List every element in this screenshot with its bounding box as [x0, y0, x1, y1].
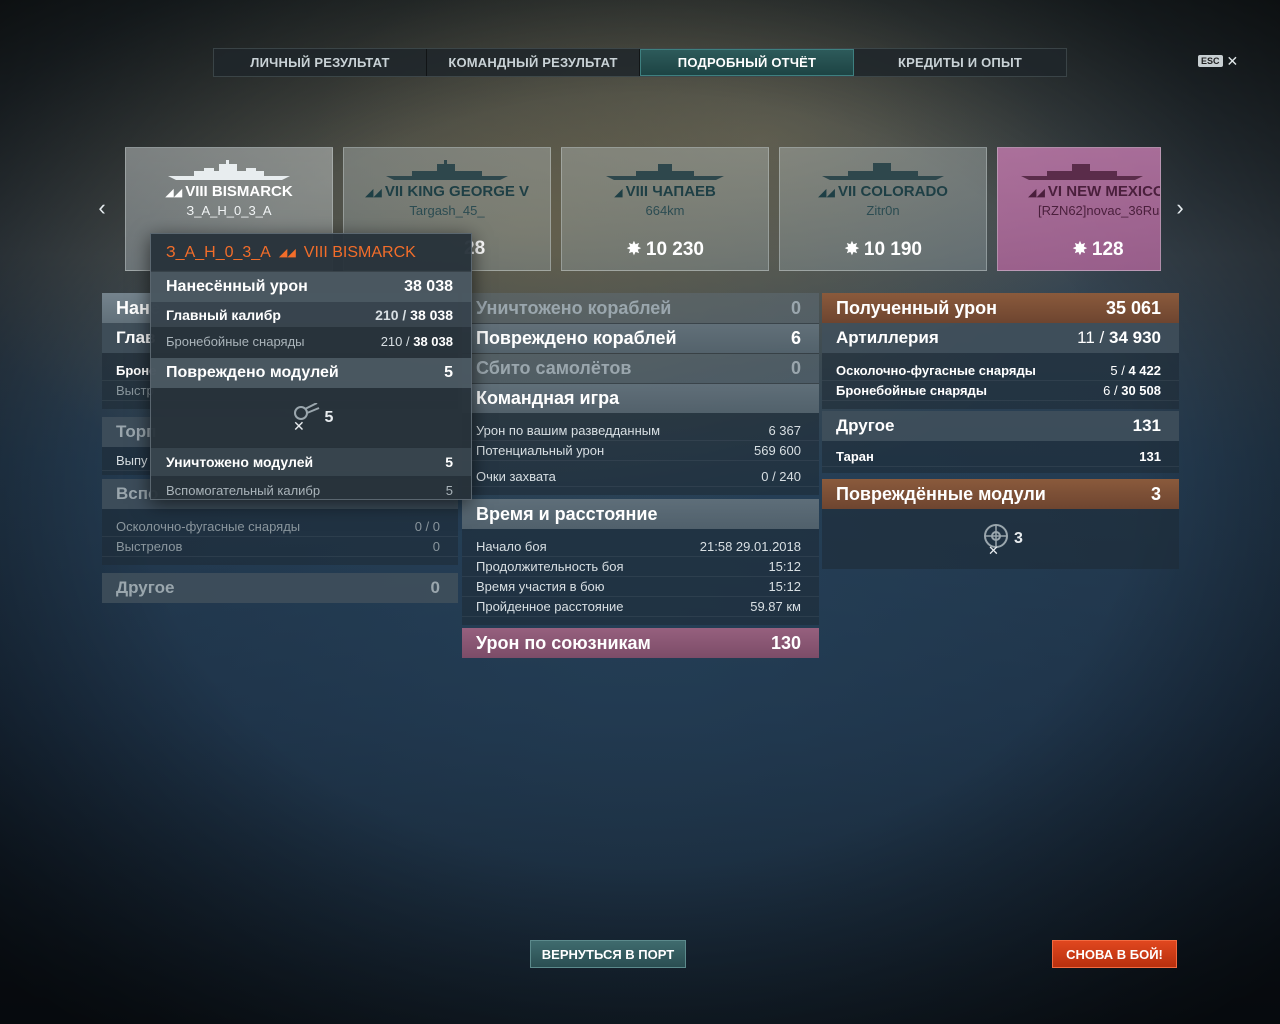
battle-again-button[interactable]: СНОВА В БОЙ!: [1052, 940, 1177, 968]
esc-key-label: ESC: [1198, 55, 1223, 67]
tooltip-modules-damaged-row: Повреждено модулей 5: [151, 358, 471, 388]
cruiser-class-icon: ◢: [614, 187, 623, 199]
steering-gear-module-icon: ✕: [984, 524, 1009, 556]
player-name: [RZN62]novac_36Rus: [1038, 203, 1161, 218]
time-distance-header: Время и расстояние: [462, 499, 819, 529]
he-row: Осколочно-фугасные снаряды 0 / 0: [102, 517, 458, 537]
battle-duration-row: Продолжительность боя 15:12: [462, 557, 819, 577]
received-damage-panel: Полученный урон 35 061 Артиллерия 11 / 34…: [822, 293, 1179, 569]
battleship-silhouette-icon: [822, 163, 944, 180]
close-button[interactable]: ESC ✕: [1198, 54, 1238, 68]
potential-damage-row: Потенциальный урон 569 600: [462, 441, 819, 461]
ship-name: ◢ VIII ЧАПАЕВ: [614, 183, 716, 200]
result-tabs: ЛИЧНЫЙ РЕЗУЛЬТАТ КОМАНДНЫЙ РЕЗУЛЬТАТ ПОД…: [213, 48, 1067, 77]
ship-name: ◢◢ VIII BISMARCK: [165, 183, 293, 200]
tab-team-result[interactable]: КОМАНДНЫЙ РЕЗУЛЬТАТ: [427, 49, 640, 76]
ally-damage-row: Урон по союзникам 130: [462, 628, 819, 658]
player-name: Zitr0n: [866, 203, 900, 218]
damaged-modules-icon-area: ✕ 3: [822, 509, 1179, 569]
player-name: 664km: [645, 203, 685, 218]
carousel-next-arrow-icon[interactable]: ›: [1170, 195, 1190, 220]
ship-card-colorado[interactable]: ◢◢ VII COLORADO Zitr0n ✸ 10 190: [779, 147, 987, 271]
ship-name: ◢◢ VII COLORADO: [818, 183, 948, 200]
team-play-header: Командная игра: [462, 383, 819, 413]
return-to-port-button[interactable]: ВЕРНУТЬСЯ В ПОРТ: [530, 940, 686, 968]
svg-text:✕: ✕: [988, 544, 999, 556]
player-name: З_А_Н_0_3_А: [186, 203, 272, 218]
damage-value: ✸ 128: [1072, 238, 1124, 261]
tooltip-ship-name: VIII BISMARCK: [303, 243, 416, 261]
secondary-shots-row: Выстрелов 0: [102, 537, 458, 557]
battle-start-row: Начало боя 21:58 29.01.2018: [462, 537, 819, 557]
capture-points-row: Очки захвата 0 / 240: [462, 467, 819, 487]
tooltip-modules-icon-area: ✕ 5: [151, 388, 471, 448]
time-distance-block: Начало боя 21:58 29.01.2018 Продолжительн…: [462, 529, 819, 625]
distance-row: Пройденное расстояние 59.87 км: [462, 597, 819, 617]
ram-row: Таран 131: [822, 447, 1179, 467]
explosion-icon: ✸: [1072, 239, 1088, 260]
battleship-class-icon: ◢◢: [364, 187, 382, 199]
cruiser-silhouette-icon: [606, 164, 724, 180]
ram-block: Таран 131: [822, 441, 1179, 473]
participation-time-row: Время участия в бою 15:12: [462, 577, 819, 597]
player-damage-tooltip: З_А_Н_0_3_А ◢◢ VIII BISMARCK Нанесённый …: [150, 233, 472, 500]
other-damage-header: Другое 0: [102, 573, 458, 603]
player-name: Targash_45_: [409, 203, 485, 218]
modules-count: 3: [1014, 530, 1023, 547]
ship-name: ◢◢ VII KING GEORGE V: [364, 183, 530, 200]
explosion-icon: ✸: [843, 239, 860, 260]
damage-value: 28: [464, 238, 486, 259]
tooltip-dealt-damage-row: Нанесённый урон 38 038: [151, 272, 471, 302]
ship-card-new-mexico[interactable]: ◢◢ VI NEW MEXICO [RZN62]novac_36Rus ✸ 128: [997, 147, 1161, 271]
tab-credits-xp[interactable]: КРЕДИТЫ И ОПЫТ: [854, 49, 1066, 76]
damage-value: ✸ 10 230: [625, 238, 705, 261]
battleship-class-icon: ◢◢: [278, 247, 296, 259]
battleship-silhouette-icon: [386, 160, 508, 180]
svg-text:✕: ✕: [293, 419, 305, 433]
modules-count: 5: [324, 409, 334, 426]
spotting-damage-row: Урон по вашим разведданным 6 367: [462, 421, 819, 441]
battleship-silhouette-icon: [168, 160, 290, 180]
tooltip-header: З_А_Н_0_3_А ◢◢ VIII BISMARCK: [151, 234, 471, 272]
battle-stats-panel: Уничтожено кораблей 0 Повреждено кораблей…: [462, 293, 819, 658]
secondary-block: Осколочно-фугасные снаряды 0 / 0 Выстрело…: [102, 509, 458, 565]
ships-destroyed-row: Уничтожено кораблей 0: [462, 293, 819, 323]
battleship-class-icon: ◢◢: [165, 187, 183, 199]
team-play-block: Урон по вашим разведданным 6 367 Потенциа…: [462, 413, 819, 495]
damage-value: ✸ 10 190: [843, 238, 923, 261]
tooltip-main-caliber-row: Главный калибр 210 / 38 038: [151, 302, 471, 327]
damaged-modules-header: Повреждённые модули 3: [822, 479, 1179, 509]
artillery-row: Артиллерия 11 / 34 930: [822, 323, 1179, 353]
battleship-class-icon: ◢◢: [1028, 187, 1045, 199]
artillery-block: Осколочно-фугасные снаряды 5 / 4 422 Бро…: [822, 353, 1179, 409]
ships-damaged-row: Повреждено кораблей 6: [462, 323, 819, 353]
received-damage-header: Полученный урон 35 061: [822, 293, 1179, 323]
battleship-class-icon: ◢◢: [818, 187, 835, 199]
tooltip-secondary-row: Вспомогательный калибр 5: [166, 482, 453, 498]
close-icon: ✕: [1226, 53, 1239, 69]
carousel-prev-arrow-icon[interactable]: ‹: [92, 195, 112, 220]
other-received-row: Другое 131: [822, 411, 1179, 441]
turret-module-icon: ✕: [293, 403, 319, 433]
planes-shot-row: Сбито самолётов 0: [462, 353, 819, 383]
tooltip-modules-destroyed-row: Уничтожено модулей 5: [151, 448, 471, 476]
tab-personal-result[interactable]: ЛИЧНЫЙ РЕЗУЛЬТАТ: [214, 49, 427, 76]
battleship-silhouette-icon: [1021, 164, 1143, 180]
tab-detailed-report[interactable]: ПОДРОБНЫЙ ОТЧЁТ: [640, 49, 854, 76]
tooltip-ap-row: Бронебойные снаряды 210 / 38 038: [166, 333, 453, 349]
tooltip-player-name: З_А_Н_0_3_А: [166, 243, 271, 261]
he-received-row: Осколочно-фугасные снаряды 5 / 4 422: [822, 361, 1179, 381]
explosion-icon: ✸: [625, 239, 642, 260]
ship-card-chapaev[interactable]: ◢ VIII ЧАПАЕВ 664km ✸ 10 230: [561, 147, 769, 271]
ship-name: ◢◢ VI NEW MEXICO: [1028, 183, 1161, 200]
ap-received-row: Бронебойные снаряды 6 / 30 508: [822, 381, 1179, 401]
